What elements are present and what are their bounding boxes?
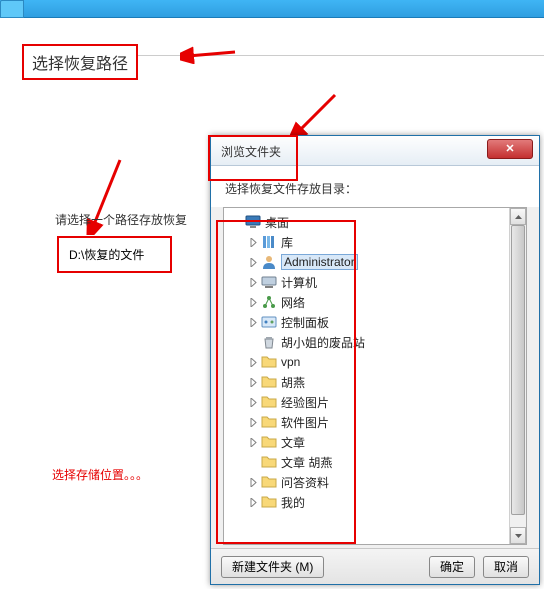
expand-icon[interactable]: [248, 477, 259, 488]
scroll-thumb[interactable]: [511, 225, 525, 515]
annotation-arrow: [180, 40, 240, 64]
tree-item-label: 胡燕: [281, 374, 305, 391]
tree-item[interactable]: 问答资料: [226, 472, 524, 492]
desktop-icon: [245, 214, 261, 230]
tree-item-label: 我的: [281, 494, 305, 511]
tree-item[interactable]: 胡燕: [226, 372, 524, 392]
expand-icon: [248, 457, 259, 468]
folder-icon: [261, 354, 277, 370]
tree-item-label: 库: [281, 234, 293, 251]
tree-item[interactable]: vpn: [226, 352, 524, 372]
dialog-titlebar: 浏览文件夹 ✕: [211, 136, 539, 166]
tree-item-label: 控制面板: [281, 314, 329, 331]
folder-icon: [261, 434, 277, 450]
tree-item-label: 问答资料: [281, 474, 329, 491]
folder-icon: [261, 374, 277, 390]
section-divider: [130, 55, 544, 56]
expand-icon[interactable]: [248, 417, 259, 428]
window-icon: [0, 0, 24, 18]
expand-icon[interactable]: [248, 297, 259, 308]
tree-item[interactable]: 控制面板: [226, 312, 524, 332]
expand-icon[interactable]: [248, 237, 259, 248]
cancel-button[interactable]: 取消: [483, 556, 529, 578]
tree-item-label: Administrator: [281, 254, 358, 270]
user-icon: [261, 254, 277, 270]
tree-item[interactable]: 胡小姐的废品站: [226, 332, 524, 352]
folder-icon: [261, 474, 277, 490]
folder-icon: [261, 394, 277, 410]
new-folder-button[interactable]: 新建文件夹 (M): [221, 556, 324, 578]
tree-item[interactable]: 库: [226, 232, 524, 252]
expand-icon[interactable]: [248, 377, 259, 388]
network-icon: [261, 294, 277, 310]
browse-folder-dialog: 浏览文件夹 ✕ 选择恢复文件存放目录： 桌面库 Administrator 计算机网…: [210, 135, 540, 585]
tree-item[interactable]: 文章 胡燕: [226, 452, 524, 472]
section-title: 选择恢复路径: [22, 44, 138, 80]
computer-icon: [261, 274, 277, 290]
scroll-down-button[interactable]: [510, 527, 526, 544]
control-icon: [261, 314, 277, 330]
tree-item[interactable]: 桌面: [226, 212, 524, 232]
tree-item-label: 桌面: [265, 214, 289, 231]
dialog-footer: 新建文件夹 (M) 确定 取消: [211, 548, 539, 584]
expand-icon[interactable]: [248, 317, 259, 328]
expand-icon: [232, 217, 243, 228]
tree-item-label: vpn: [281, 355, 300, 369]
tree-item[interactable]: 网络: [226, 292, 524, 312]
expand-icon[interactable]: [248, 357, 259, 368]
tree-item[interactable]: 经验图片: [226, 392, 524, 412]
dialog-title-text: 浏览文件夹: [221, 143, 281, 160]
ok-button[interactable]: 确定: [429, 556, 475, 578]
tree-item[interactable]: 计算机: [226, 272, 524, 292]
recycle-icon: [261, 334, 277, 350]
tree-item-label: 经验图片: [281, 394, 329, 411]
tree-item[interactable]: Administrator: [226, 252, 524, 272]
path-label: 请选择一个路径存放恢复: [55, 211, 187, 228]
tree-item-label: 软件图片: [281, 414, 329, 431]
expand-icon[interactable]: [248, 397, 259, 408]
library-icon: [261, 234, 277, 250]
scroll-up-button[interactable]: [510, 208, 526, 225]
expand-icon[interactable]: [248, 497, 259, 508]
dialog-instruction: 选择恢复文件存放目录：: [211, 166, 539, 207]
expand-icon[interactable]: [248, 437, 259, 448]
tree-item-label: 文章: [281, 434, 305, 451]
tree-item-label: 文章 胡燕: [281, 454, 332, 471]
expand-icon[interactable]: [248, 257, 259, 268]
path-input[interactable]: D:\恢复的文件: [57, 236, 172, 273]
expand-icon[interactable]: [248, 277, 259, 288]
tree-item-label: 计算机: [281, 274, 317, 291]
window-titlebar: [0, 0, 544, 18]
folder-icon: [261, 414, 277, 430]
scrollbar[interactable]: [509, 208, 526, 544]
tree-item-label: 胡小姐的废品站: [281, 334, 365, 351]
expand-icon: [248, 337, 259, 348]
annotation-arrow: [290, 90, 340, 140]
tree-list: 桌面库 Administrator 计算机网络控制面板胡小姐的废品站 vpn 胡燕经验图…: [224, 208, 526, 516]
folder-tree: 桌面库 Administrator 计算机网络控制面板胡小姐的废品站 vpn 胡燕经验图…: [223, 207, 527, 545]
tree-item-label: 网络: [281, 294, 305, 311]
annotation-text: 选择存储位置。。。: [52, 466, 148, 483]
tree-item[interactable]: 我的: [226, 492, 524, 512]
tree-item[interactable]: 文章: [226, 432, 524, 452]
folder-icon: [261, 494, 277, 510]
tree-item[interactable]: 软件图片: [226, 412, 524, 432]
folder-icon: [261, 454, 277, 470]
close-button[interactable]: ✕: [487, 139, 533, 159]
